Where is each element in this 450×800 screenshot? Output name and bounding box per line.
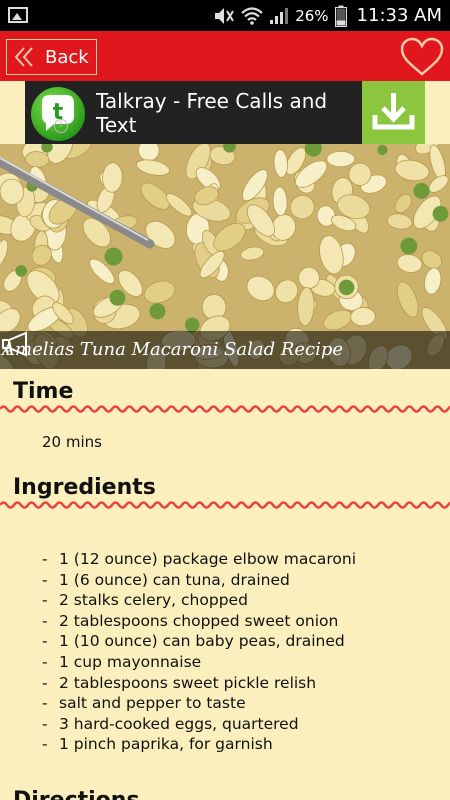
ingredient-item: -1 (6 ounce) can tuna, drained: [42, 570, 450, 591]
status-icons: 26% 11:33 AM: [213, 0, 442, 31]
bullet-dash: -: [42, 735, 48, 754]
hero-caption-bar: Amelias Tuna Macaroni Salad Recipe: [0, 331, 450, 369]
time-heading: Time: [13, 379, 74, 404]
mute-icon: [215, 7, 235, 24]
ingredient-item: -2 tablespoons chopped sweet onion: [42, 611, 450, 632]
ingredient-list: -1 (12 ounce) package elbow macaroni -1 (…: [0, 549, 450, 755]
wifi-icon: [241, 6, 263, 25]
ingredient-text: 2 tablespoons sweet pickle relish: [59, 673, 317, 692]
favorite-heart-icon[interactable]: [400, 37, 444, 77]
status-bar: 26% 11:33 AM: [0, 0, 450, 31]
ad-info-icon[interactable]: i: [54, 119, 68, 133]
ingredient-text: 1 cup mayonnaise: [59, 652, 202, 671]
wavy-divider: [0, 501, 450, 509]
megaphone-icon[interactable]: [0, 331, 34, 357]
back-button-label: Back: [45, 46, 89, 68]
ingredient-text: 1 (10 ounce) can baby peas, drained: [59, 632, 345, 651]
talkray-logo: t: [31, 87, 85, 141]
bullet-dash: -: [42, 550, 48, 568]
bullet-dash: -: [42, 673, 48, 692]
ad-download-button[interactable]: [362, 81, 425, 144]
bullet-dash: -: [42, 632, 48, 651]
ingredient-text: salt and pepper to taste: [59, 694, 246, 713]
recipe-content: Time 20 mins Ingredients -1 (12 ounce) p…: [0, 369, 450, 755]
ingredient-item: -2 tablespoons sweet pickle relish: [42, 673, 450, 694]
wavy-divider: [0, 405, 450, 413]
ingredient-text: 3 hard-cooked eggs, quartered: [59, 714, 299, 733]
time-value: 20 mins: [42, 433, 102, 451]
ingredient-item: - salt and pepper to taste: [42, 693, 450, 714]
bullet-dash: -: [42, 714, 48, 733]
bullet-dash: -: [42, 652, 48, 671]
directions-heading: Directions: [13, 788, 140, 800]
ingredient-item: -3 hard-cooked eggs, quartered: [42, 714, 450, 735]
double-chevron-left-icon: [14, 47, 33, 67]
ingredient-item: -2 stalks celery, chopped: [42, 590, 450, 611]
ingredient-text: 1 pinch paprika, for garnish: [59, 735, 273, 754]
recipe-title: Amelias Tuna Macaroni Salad Recipe: [2, 339, 344, 360]
ingredient-item: -1 (10 ounce) can baby peas, drained: [42, 631, 450, 652]
ad-banner[interactable]: t i Talkray - Free Calls and Text: [25, 81, 425, 144]
ingredient-text: 2 tablespoons chopped sweet onion: [59, 611, 339, 630]
ingredient-item: -1 pinch paprika, for garnish: [42, 734, 450, 755]
ingredients-heading: Ingredients: [13, 475, 156, 500]
gallery-notification-icon: [8, 7, 28, 23]
ad-text: Talkray - Free Calls and Text: [96, 89, 328, 137]
ingredient-text: 1 (6 ounce) can tuna, drained: [59, 570, 290, 589]
signal-icon: [270, 7, 289, 24]
bullet-dash: -: [42, 591, 48, 610]
battery-icon: [334, 5, 347, 27]
ingredient-text: 2 stalks celery, chopped: [59, 591, 248, 610]
bullet-dash: -: [42, 611, 48, 630]
back-button[interactable]: Back: [6, 39, 97, 75]
ingredient-item: -1 (12 ounce) package elbow macaroni: [42, 549, 450, 570]
download-icon: [372, 93, 415, 130]
ingredient-item: -1 cup mayonnaise: [42, 652, 450, 673]
bullet-dash: -: [42, 694, 48, 713]
clock: 11:33 AM: [356, 5, 442, 26]
ingredient-text: 1 (12 ounce) package elbow macaroni: [59, 550, 357, 568]
app-header: Back: [0, 31, 450, 81]
battery-percent: 26%: [295, 6, 329, 25]
recipe-hero-image: Amelias Tuna Macaroni Salad Recipe: [0, 144, 450, 369]
bullet-dash: -: [42, 570, 48, 589]
